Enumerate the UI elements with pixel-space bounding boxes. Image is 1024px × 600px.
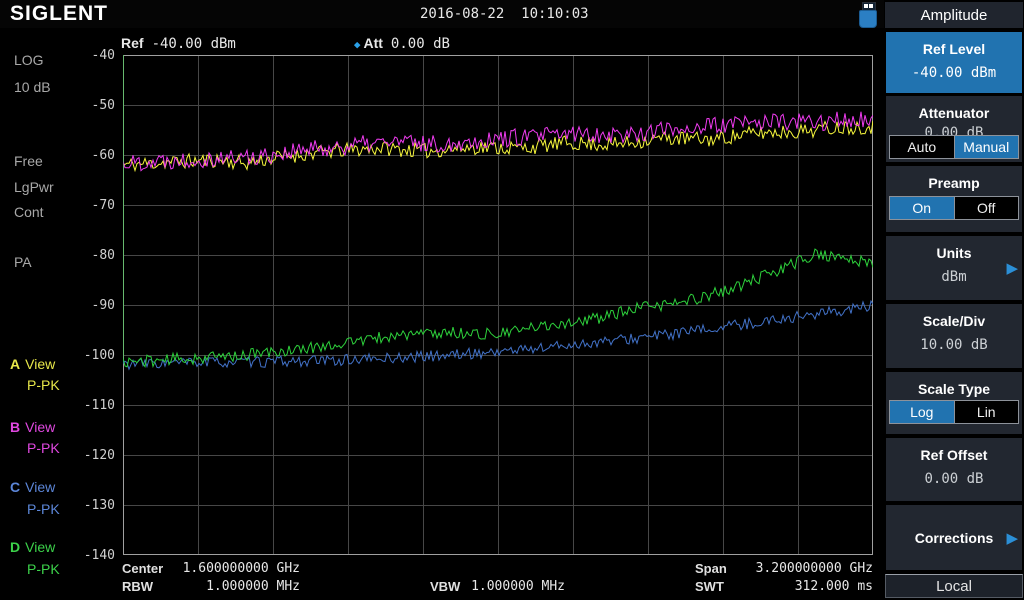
scale-type-button[interactable]: Scale Type Log Lin: [886, 372, 1022, 434]
center-freq-label: Center: [122, 561, 163, 576]
rbw-label: RBW: [122, 579, 153, 594]
y-axis-tick-label: -130: [0, 498, 115, 513]
ref-level-button[interactable]: Ref Level -40.00 dBm: [886, 32, 1022, 93]
attenuator-auto-button[interactable]: Auto: [890, 136, 954, 158]
footer-row-2: RBW 1.000000 MHz VBW 1.000000 MHz SWT 31…: [0, 579, 884, 596]
ref-offset-button[interactable]: Ref Offset 0.00 dB: [886, 438, 1022, 501]
ref-att-line: Ref -40.00 dBm ◆Att 0.00 dB: [121, 35, 450, 51]
ref-label: Ref: [121, 35, 144, 51]
swt-label: SWT: [695, 579, 724, 594]
y-axis-tick-label: -80: [0, 248, 115, 263]
span-label: Span: [695, 561, 727, 576]
preamp-off-button[interactable]: Off: [954, 197, 1019, 219]
y-axis-tick-label: -110: [0, 398, 115, 413]
attenuator-button[interactable]: Attenuator 0.00 dB Auto Manual: [886, 96, 1022, 162]
y-axis-tick-label: -100: [0, 348, 115, 363]
att-marker-icon: ◆: [354, 38, 361, 51]
usb-drive-icon: [858, 2, 878, 27]
attenuator-toggle: Auto Manual: [889, 135, 1019, 159]
scale-type-toggle: Log Lin: [889, 400, 1019, 424]
preamp-on-button[interactable]: On: [890, 197, 954, 219]
ref-value: -40.00 dBm: [152, 36, 236, 52]
vbw-value: 1.000000 MHz: [460, 579, 565, 594]
datetime-display: 2016-08-22 10:10:03: [420, 6, 589, 22]
trace-plot-area: [123, 55, 873, 555]
rbw-value: 1.000000 MHz: [175, 579, 300, 594]
scale-type-log-button[interactable]: Log: [890, 401, 954, 423]
y-axis-tick-label: -40: [0, 48, 115, 63]
att-value: 0.00 dB: [391, 36, 450, 52]
attenuator-manual-button[interactable]: Manual: [954, 136, 1019, 158]
att-label: Att: [363, 35, 382, 51]
center-freq-value: 1.600000000 GHz: [175, 561, 300, 576]
y-axis-tick-label: -50: [0, 98, 115, 113]
y-axis-tick-label: -90: [0, 298, 115, 313]
trace-plot-svg: [123, 55, 873, 555]
footer-row-1: Center 1.600000000 GHz Span 3.200000000 …: [0, 561, 884, 578]
top-status-bar: SIGLENT 2016-08-22 10:10:03: [0, 0, 884, 28]
vbw-label: VBW: [430, 579, 460, 594]
y-axis-tick-label: -60: [0, 148, 115, 163]
local-button[interactable]: Local: [885, 574, 1023, 598]
preamp-button[interactable]: Preamp On Off: [886, 166, 1022, 232]
scale-type-lin-button[interactable]: Lin: [954, 401, 1019, 423]
amplitude-menu: Amplitude Ref Level -40.00 dBm Attenuato…: [884, 0, 1024, 600]
corrections-button[interactable]: Corrections ▶: [886, 505, 1022, 570]
swt-value: 312.000 ms: [735, 579, 873, 594]
y-axis-tick-label: -70: [0, 198, 115, 213]
submenu-arrow-icon: ▶: [1006, 259, 1018, 277]
siglent-logo: SIGLENT: [10, 2, 108, 26]
y-axis-tick-label: -120: [0, 448, 115, 463]
usb-body-icon: [859, 10, 877, 28]
span-value: 3.200000000 GHz: [735, 561, 873, 576]
submenu-arrow-icon: ▶: [1006, 529, 1018, 547]
scale-div-button[interactable]: Scale/Div 10.00 dB: [886, 304, 1022, 368]
units-button[interactable]: Units dBm ▶: [886, 236, 1022, 300]
spectrum-analyzer-screen: SIGLENT 2016-08-22 10:10:03 Ref -40.00 dB…: [0, 0, 1024, 600]
y-axis: -40-50-60-70-80-90-100-110-120-130-140: [0, 55, 119, 555]
preamp-toggle: On Off: [889, 196, 1019, 220]
menu-title: Amplitude: [885, 2, 1023, 28]
